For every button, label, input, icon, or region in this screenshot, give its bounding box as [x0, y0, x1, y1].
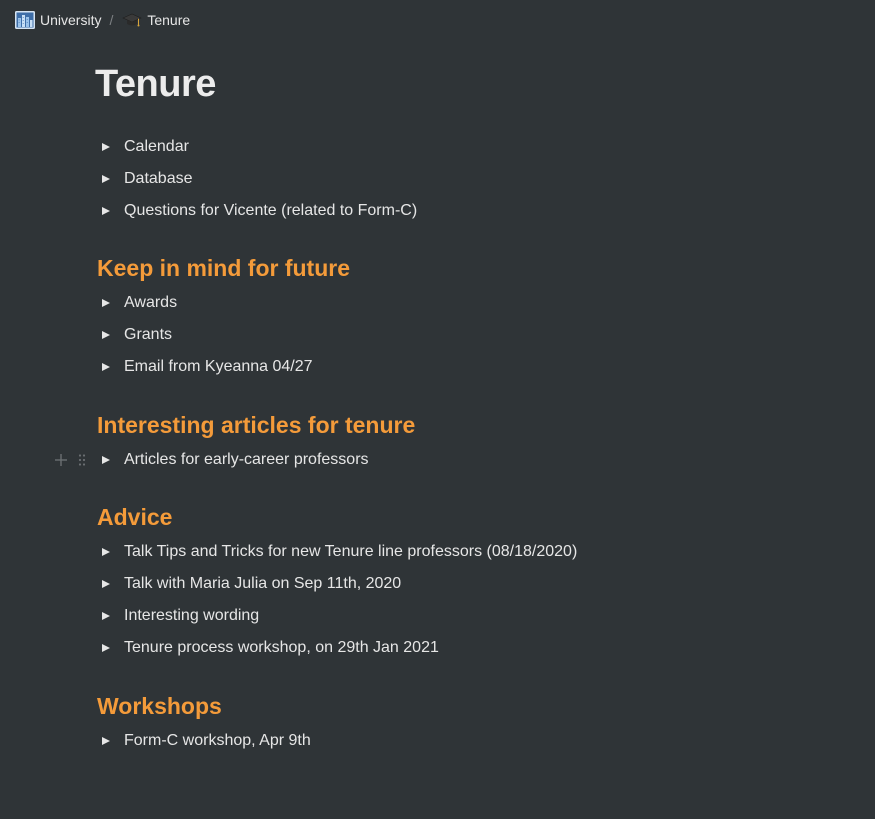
drag-handle-icon[interactable] — [74, 451, 90, 469]
toggle-label[interactable]: Email from Kyeanna 04/27 — [124, 358, 313, 376]
toggle-arrow-icon[interactable] — [101, 576, 117, 592]
toggle-arrow-icon[interactable] — [101, 295, 117, 311]
breadcrumb-workspace[interactable]: University — [15, 9, 101, 31]
buildings-icon — [15, 10, 35, 30]
section-heading[interactable]: Interesting articles for tenure — [97, 410, 415, 440]
toggle-block[interactable]: Questions for Vicente (related to Form-C… — [98, 198, 417, 224]
toggle-arrow-icon[interactable] — [101, 640, 117, 656]
toggle-block[interactable]: Tenure process workshop, on 29th Jan 202… — [98, 635, 439, 661]
toggle-arrow-icon[interactable] — [101, 203, 117, 219]
toggle-block[interactable]: Talk Tips and Tricks for new Tenure line… — [98, 539, 577, 565]
toggle-label[interactable]: Calendar — [124, 138, 189, 156]
toggle-block[interactable]: Interesting wording — [98, 603, 259, 629]
breadcrumb: University / Tenure — [15, 9, 190, 31]
section-heading[interactable]: Workshops — [97, 691, 222, 721]
block-handles — [53, 451, 90, 469]
toggle-label[interactable]: Database — [124, 170, 193, 188]
toggle-block[interactable]: Grants — [98, 322, 172, 348]
toggle-label[interactable]: Grants — [124, 326, 172, 344]
toggle-block[interactable]: Awards — [98, 290, 177, 316]
toggle-arrow-icon[interactable] — [101, 359, 117, 375]
graduation-cap-icon — [122, 10, 143, 30]
toggle-label[interactable]: Tenure process workshop, on 29th Jan 202… — [124, 639, 439, 657]
toggle-block[interactable]: Form-C workshop, Apr 9th — [98, 728, 311, 754]
toggle-label[interactable]: Articles for early-career professors — [124, 451, 369, 469]
breadcrumb-separator: / — [109, 12, 114, 28]
toggle-label[interactable]: Questions for Vicente (related to Form-C… — [124, 202, 417, 220]
plus-icon[interactable] — [53, 451, 69, 469]
toggle-arrow-icon[interactable] — [101, 139, 117, 155]
toggle-arrow-icon[interactable] — [101, 327, 117, 343]
toggle-block[interactable]: Calendar — [98, 134, 189, 160]
breadcrumb-page[interactable]: Tenure — [122, 9, 190, 31]
toggle-block[interactable]: Email from Kyeanna 04/27 — [98, 354, 313, 380]
toggle-arrow-icon[interactable] — [101, 171, 117, 187]
toggle-block[interactable]: Articles for early-career professors — [98, 447, 369, 473]
toggle-arrow-icon[interactable] — [101, 733, 117, 749]
toggle-block[interactable]: Database — [98, 166, 193, 192]
section-heading[interactable]: Keep in mind for future — [97, 253, 350, 283]
toggle-block[interactable]: Talk with Maria Julia on Sep 11th, 2020 — [98, 571, 401, 597]
toggle-label[interactable]: Form-C workshop, Apr 9th — [124, 732, 311, 750]
toggle-label[interactable]: Interesting wording — [124, 607, 259, 625]
page-title[interactable]: Tenure — [95, 62, 216, 106]
toggle-arrow-icon[interactable] — [101, 544, 117, 560]
toggle-label[interactable]: Talk Tips and Tricks for new Tenure line… — [124, 543, 577, 561]
notion-page: University / Tenure Tenure Calendar Data… — [0, 0, 875, 819]
toggle-label[interactable]: Awards — [124, 294, 177, 312]
toggle-label[interactable]: Talk with Maria Julia on Sep 11th, 2020 — [124, 575, 401, 593]
breadcrumb-workspace-label: University — [40, 12, 102, 28]
section-heading[interactable]: Advice — [97, 502, 172, 532]
toggle-arrow-icon[interactable] — [101, 608, 117, 624]
toggle-arrow-icon[interactable] — [101, 452, 117, 468]
breadcrumb-page-label: Tenure — [147, 12, 191, 28]
